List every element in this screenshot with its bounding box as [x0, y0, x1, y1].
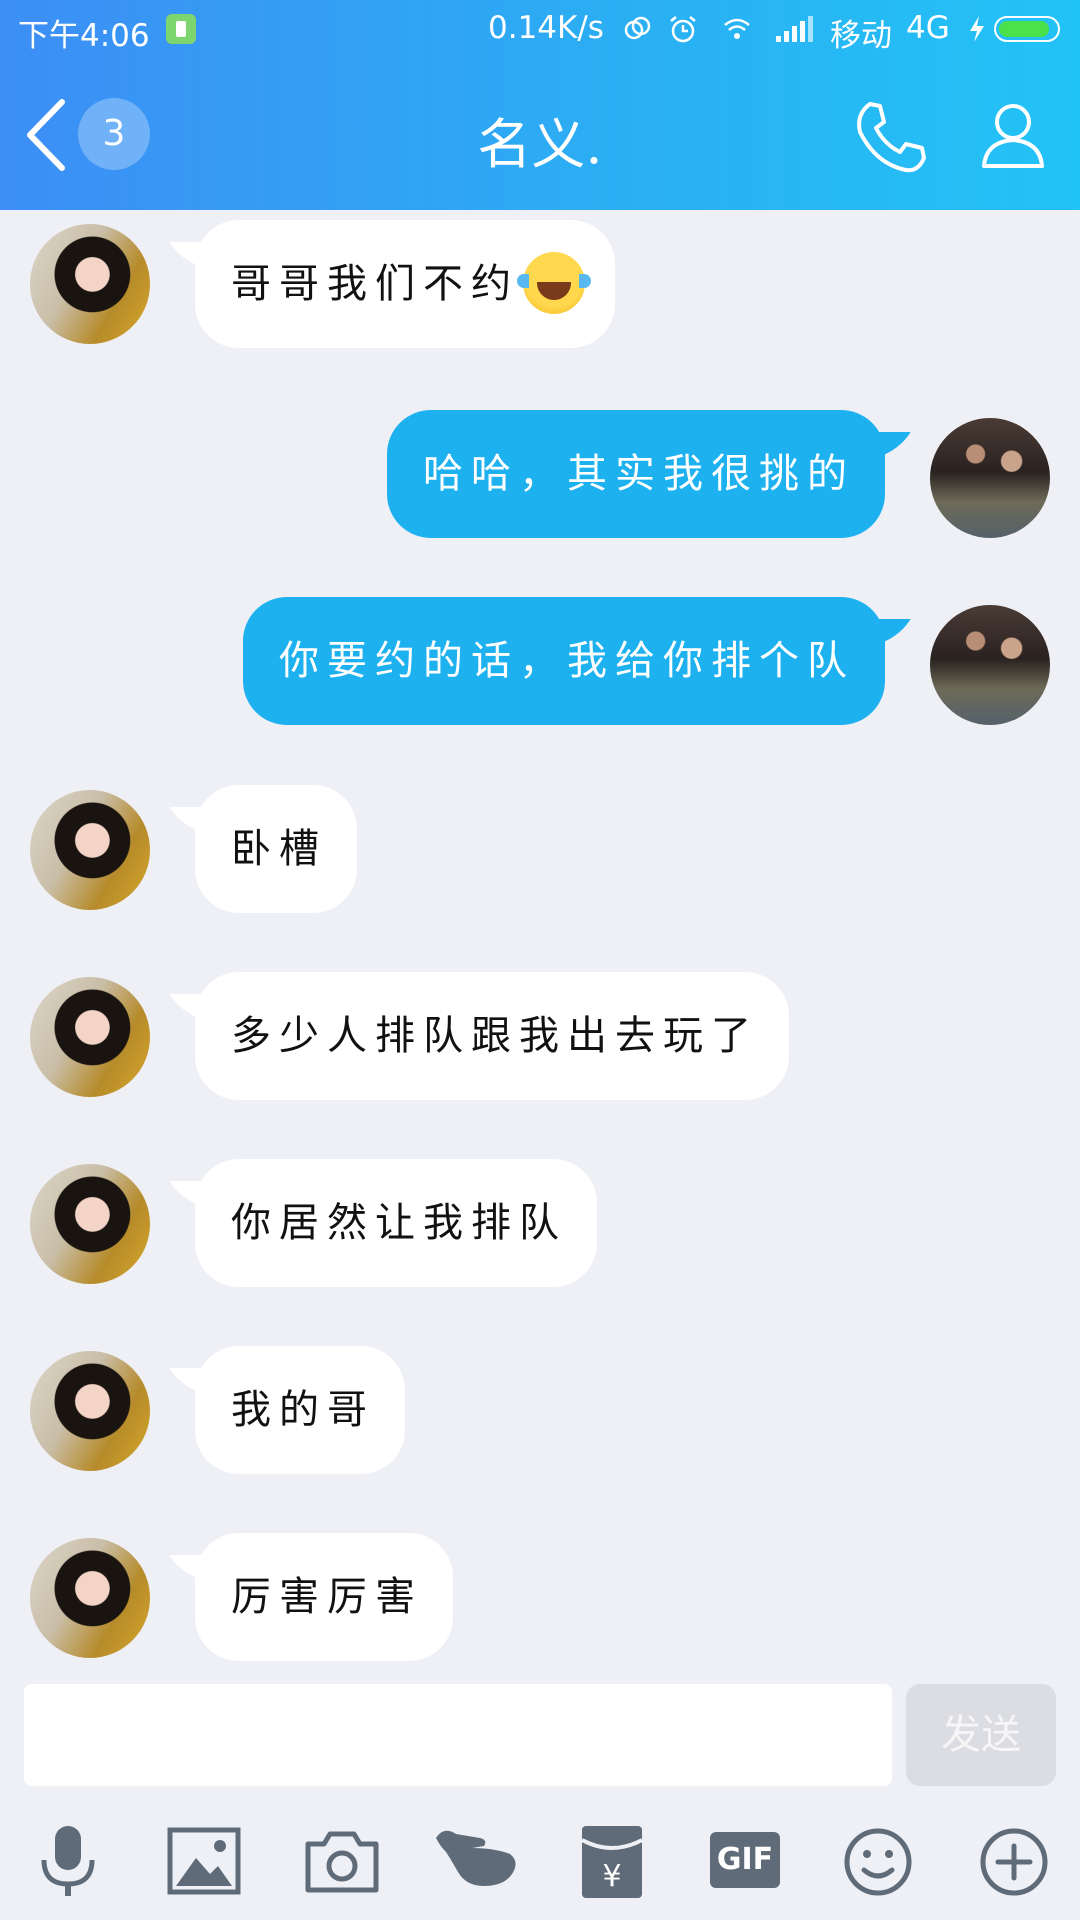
sent-message-bubble[interactable]: 你要约的话，我给你排个队 — [243, 597, 885, 725]
envelope-label: ¥ — [602, 1859, 621, 1894]
contact-avatar[interactable] — [30, 977, 150, 1097]
unread-count-badge[interactable]: 3 — [78, 98, 150, 170]
network-speed: 0.14K/s — [488, 10, 604, 46]
message-list[interactable]: 哥哥我们不约 哈哈，其实我很挑的 你要约的话，我给你排个队 卧槽 多少人排队跟我… — [0, 210, 1080, 1680]
message-input[interactable] — [24, 1684, 892, 1786]
carrier-name: 移动 — [830, 18, 892, 54]
my-avatar[interactable] — [930, 418, 1050, 538]
alarm-icon — [670, 16, 696, 43]
input-toolbar: ¥ GIF — [0, 1800, 1080, 1920]
received-message-bubble[interactable]: 厉害厉害 — [195, 1533, 453, 1661]
message-text: 你要约的话，我给你排个队 — [279, 638, 855, 684]
gif-label: GIF — [710, 1832, 780, 1888]
received-message-bubble[interactable]: 你居然让我排队 — [195, 1159, 597, 1287]
battery-saver-icon — [166, 14, 196, 44]
contact-avatar[interactable] — [30, 224, 150, 344]
received-message-bubble[interactable]: 哥哥我们不约 — [195, 220, 615, 348]
received-message-bubble[interactable]: 卧槽 — [195, 785, 357, 913]
smiley-icon[interactable] — [838, 1824, 918, 1900]
status-bar: 下午4:06 0.14K/s 移动 4G — [0, 0, 1080, 60]
poke-hand-icon[interactable] — [432, 1824, 522, 1900]
send-button[interactable]: 发送 — [906, 1684, 1056, 1786]
contact-avatar[interactable] — [30, 790, 150, 910]
charging-icon — [970, 16, 984, 42]
message-text: 你居然让我排队 — [231, 1200, 567, 1246]
message-text: 厉害厉害 — [231, 1574, 423, 1620]
signal-icon — [776, 16, 813, 42]
message-text: 卧槽 — [231, 826, 327, 872]
contact-avatar[interactable] — [30, 1351, 150, 1471]
chat-title: 名义. — [477, 113, 603, 176]
sent-message-bubble[interactable]: 哈哈，其实我很挑的 — [387, 410, 885, 538]
message-text: 多少人排队跟我出去玩了 — [231, 1013, 759, 1059]
contact-avatar[interactable] — [30, 1538, 150, 1658]
image-icon[interactable] — [166, 1824, 246, 1900]
joy-tears-emoji-icon — [517, 252, 591, 314]
received-message-bubble[interactable]: 我的哥 — [195, 1346, 405, 1474]
input-bar: 发送 — [0, 1680, 1080, 1790]
red-envelope-icon[interactable]: ¥ — [572, 1824, 652, 1900]
contact-avatar[interactable] — [30, 1164, 150, 1284]
battery-icon — [994, 16, 1060, 42]
profile-icon[interactable] — [978, 98, 1048, 170]
plus-icon[interactable] — [974, 1824, 1054, 1900]
back-arrow-icon[interactable] — [24, 98, 68, 172]
network-type: 4G — [906, 10, 950, 46]
microphone-icon[interactable] — [28, 1824, 108, 1900]
message-text: 哥哥我们不约 — [231, 261, 519, 307]
top-bar: 下午4:06 0.14K/s 移动 4G 3 名义. — [0, 0, 1080, 210]
gif-icon[interactable]: GIF — [710, 1824, 790, 1900]
message-text: 哈哈，其实我很挑的 — [423, 451, 855, 497]
battery-fill — [999, 21, 1049, 37]
sync-icon — [624, 16, 651, 40]
wifi-icon — [724, 18, 750, 39]
phone-icon[interactable] — [852, 98, 930, 176]
received-message-bubble[interactable]: 多少人排队跟我出去玩了 — [195, 972, 789, 1100]
my-avatar[interactable] — [930, 605, 1050, 725]
camera-icon[interactable] — [302, 1824, 382, 1900]
status-time: 下午4:06 — [18, 18, 150, 54]
message-text: 我的哥 — [231, 1387, 375, 1433]
